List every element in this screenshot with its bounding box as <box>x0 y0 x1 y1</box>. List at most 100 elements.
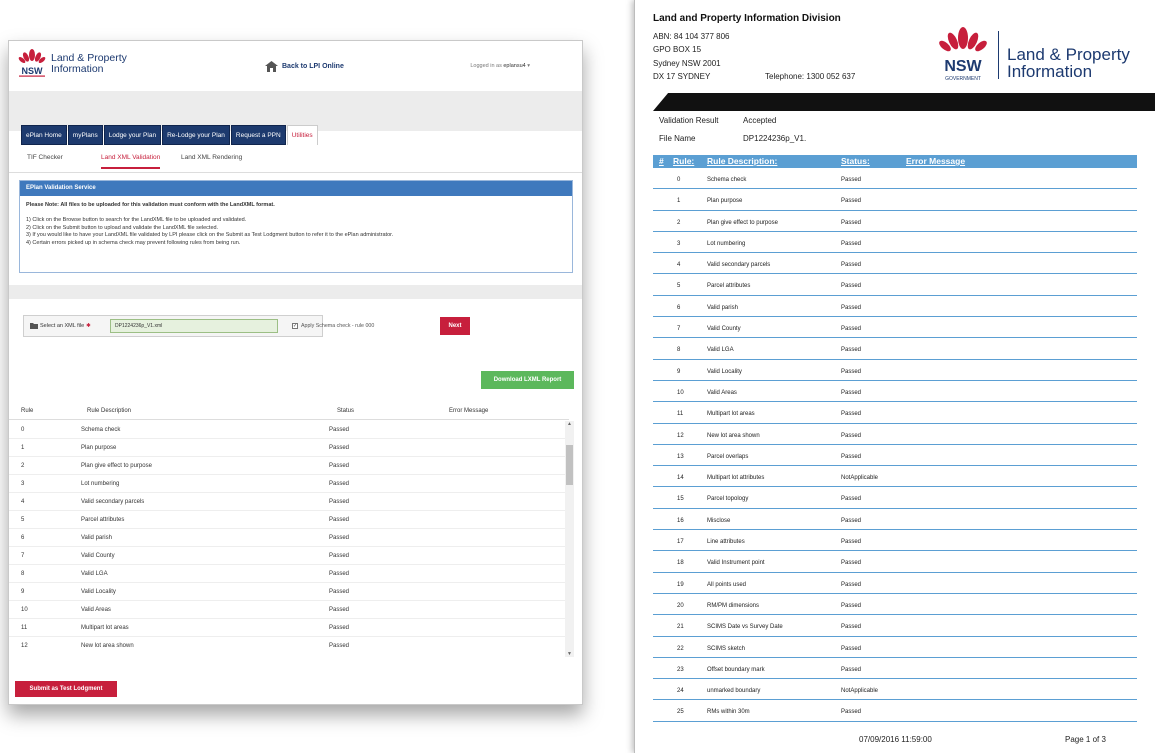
schema-checkbox[interactable]: ✓ <box>292 323 298 329</box>
col-error-message: Error Message <box>449 408 489 414</box>
table-row: 5 Parcel attributes Passed <box>9 511 569 529</box>
report-footer-page: Page 1 of 3 <box>1065 735 1106 744</box>
rule-number: 17 <box>677 539 684 546</box>
rule-status: Passed <box>841 624 862 631</box>
report-brand-line1: Land & Property <box>1007 45 1130 64</box>
rule-status: Passed <box>841 517 862 524</box>
rule-status: Passed <box>329 553 350 559</box>
report-brand-line2: Information <box>1007 62 1093 81</box>
nav-lodge-plan[interactable]: Lodge your Plan <box>103 125 162 145</box>
tab-land-xml-rendering[interactable]: Land XML Rendering <box>181 154 242 161</box>
tab-tif-checker[interactable]: TIF Checker <box>27 154 63 161</box>
nav-myplans[interactable]: myPlans <box>67 125 103 145</box>
table-row: 1 Plan purpose Passed <box>653 189 1137 211</box>
username: eplansu4 <box>503 63 526 69</box>
rule-description: Valid LGA <box>707 347 734 354</box>
nav-relodge-plan[interactable]: Re-Lodge your Plan <box>162 125 230 145</box>
nav-request-ppn[interactable]: Request a PPN <box>230 125 286 145</box>
rule-status: Passed <box>329 535 350 541</box>
col-rule: Rule <box>21 408 34 414</box>
table-row: 20 RM/PM dimensions Passed <box>653 594 1137 616</box>
schema-check-option[interactable]: ✓ Apply Schema check - rule 000 <box>292 323 374 329</box>
rule-number: 5 <box>677 283 681 290</box>
col-rule-description: Rule Description <box>87 408 132 414</box>
rule-number: 19 <box>677 581 684 588</box>
user-dropdown-caret: ▾ <box>527 63 530 69</box>
required-marker: ✱ <box>86 323 91 329</box>
rule-description: Offset boundary mark <box>707 666 765 673</box>
rule-number: 25 <box>677 709 684 716</box>
rule-number: 23 <box>677 666 684 673</box>
rule-number: 4 <box>677 262 681 269</box>
table-row: 4 Valid secondary parcels Passed <box>9 493 569 511</box>
back-link-label: Back to LPI Online <box>282 63 344 70</box>
table-row: 23 Offset boundary mark Passed <box>653 658 1137 680</box>
rule-description: Valid Locality <box>707 368 742 375</box>
browse-file-button[interactable]: Select an XML file ✱ <box>24 323 110 329</box>
scroll-down-icon[interactable]: ▼ <box>565 651 574 657</box>
rule-description: Plan purpose <box>81 445 117 451</box>
table-row: 1 Plan purpose Passed <box>9 439 569 457</box>
rule-description: Valid Instrument point <box>707 560 765 567</box>
validation-info-panel: EPlan Validation Service Please Note: Al… <box>19 180 573 273</box>
scroll-up-icon[interactable]: ▲ <box>565 421 574 427</box>
table-row: 15 Parcel topology Passed <box>653 487 1137 509</box>
report-footer: 07/09/2016 11:59:00 Page 1 of 3 <box>653 733 1137 747</box>
rule-status: Passed <box>841 709 862 716</box>
back-to-lpi-link[interactable]: Back to LPI Online <box>265 61 344 72</box>
nav-eplan-home[interactable]: ePlan Home <box>21 125 67 145</box>
table-row: 10 Valid Areas Passed <box>653 381 1137 403</box>
download-lxml-report-button[interactable]: Download LXML Report <box>481 371 574 389</box>
rule-description: Plan give effect to purpose <box>707 219 778 226</box>
rule-description: SCIMS sketch <box>707 645 746 652</box>
rule-status: NotApplicable <box>841 688 879 695</box>
rule-description: Line attributes <box>707 539 745 546</box>
rule-description: Parcel attributes <box>707 283 751 290</box>
rule-number: 15 <box>677 496 684 503</box>
table-row: 0 Schema check Passed <box>653 168 1137 190</box>
file-name-value: DP1224236p_V1. <box>743 134 807 143</box>
submit-test-lodgment-button[interactable]: Submit as Test Lodgment <box>15 681 117 697</box>
rule-status: Passed <box>329 463 350 469</box>
sub-nav: TIF Checker Land XML Validation Land XML… <box>9 145 582 173</box>
report-telephone: Telephone: 1300 052 637 <box>765 72 856 81</box>
logged-in-label: Logged in as <box>470 63 502 69</box>
table-row: 9 Valid Locality Passed <box>653 360 1137 381</box>
file-name-label: File Name <box>659 134 696 143</box>
scroll-thumb[interactable] <box>566 445 573 485</box>
next-button[interactable]: Next <box>440 317 470 335</box>
rule-description: Valid Areas <box>81 607 111 613</box>
home-icon <box>265 61 278 72</box>
rule-number: 2 <box>21 463 25 469</box>
rule-status: Passed <box>841 262 862 269</box>
table-row: 17 Line attributes Passed <box>653 530 1137 552</box>
nav-utilities[interactable]: Utilities <box>286 125 318 145</box>
file-select-row: Select an XML file ✱ DP1224236p_V1.xml <box>23 315 323 337</box>
report-po-box: GPO BOX 15 <box>653 45 702 54</box>
rule-status: Passed <box>841 240 862 247</box>
rule-description: Valid parish <box>81 535 112 541</box>
table-row: 10 Valid Areas Passed <box>9 601 569 619</box>
rule-number: 22 <box>677 645 684 652</box>
table-row: 2 Plan give effect to purpose Passed <box>653 211 1137 232</box>
rule-description: Valid Areas <box>707 389 737 396</box>
rule-description: RM/PM dimensions <box>707 602 760 609</box>
rule-description: Multipart lot areas <box>707 411 755 418</box>
rule-number: 21 <box>677 624 684 631</box>
rule-status: Passed <box>841 560 862 567</box>
header-swoosh <box>653 93 1155 111</box>
rule-number: 14 <box>677 475 684 482</box>
waratah-logo-icon: NSW <box>18 49 46 77</box>
tab-land-xml-validation[interactable]: Land XML Validation <box>101 154 161 169</box>
table-row: 25 RMs within 30m Passed <box>653 700 1137 722</box>
rule-number: 1 <box>677 198 681 205</box>
rule-status: NotApplicable <box>841 475 879 482</box>
rule-status: Passed <box>329 571 350 577</box>
logo-divider <box>998 31 999 79</box>
rule-status: Passed <box>841 283 862 290</box>
panel-step: 3) If you would like to have your LandXM… <box>26 232 394 238</box>
file-name-field[interactable]: DP1224236p_V1.xml <box>110 319 278 333</box>
rule-number: 8 <box>21 571 25 577</box>
logged-in-user[interactable]: Logged in as eplansu4 ▾ <box>470 63 530 69</box>
results-scrollbar[interactable]: ▲ ▼ <box>565 421 574 657</box>
